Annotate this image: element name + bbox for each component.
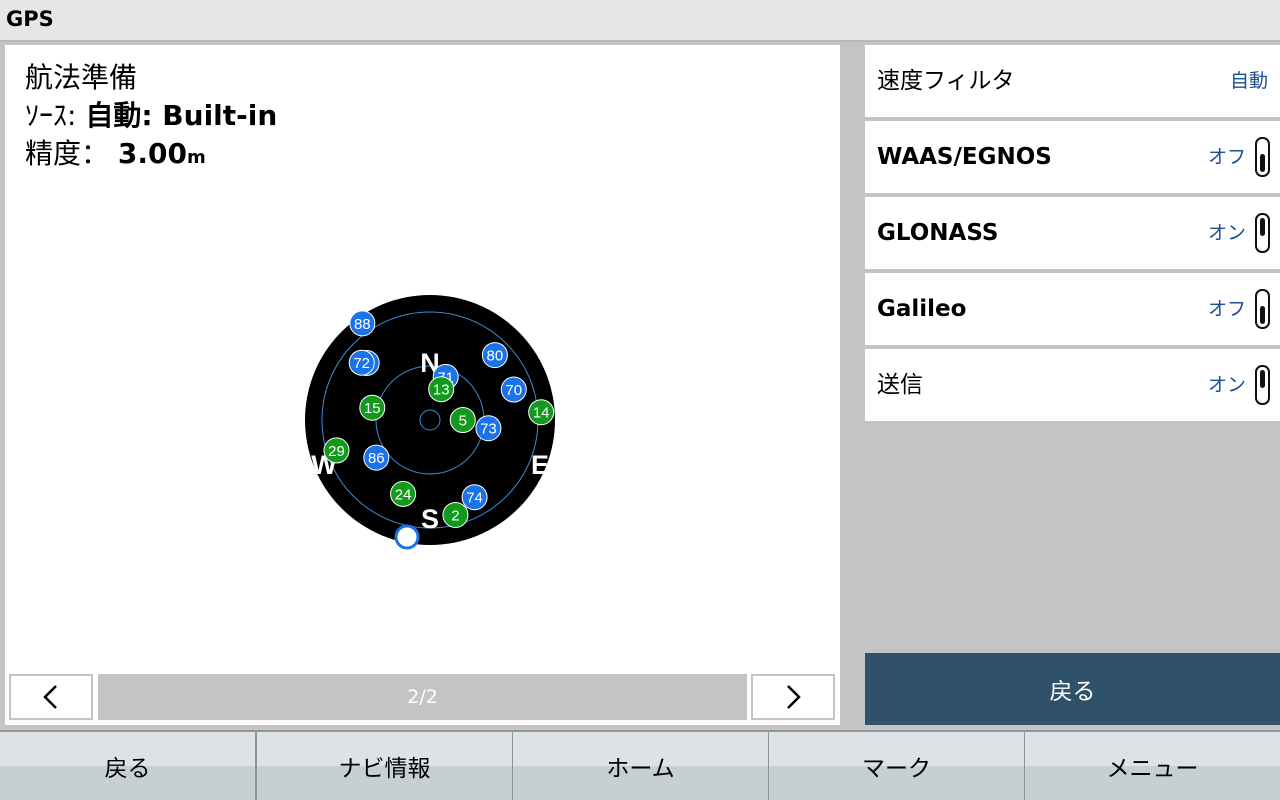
prev-page-button[interactable]: [9, 674, 93, 720]
setting-transmit-label: 送信: [877, 372, 923, 398]
satellite-id-label: 29: [328, 443, 345, 460]
accuracy-value: 3.00: [117, 137, 188, 170]
nav-state: 航法準備: [25, 61, 138, 94]
satellite-15: 15: [359, 394, 386, 421]
tab-menu[interactable]: メニュー: [1025, 732, 1280, 800]
bottom-nav-bar: 戻る ナビ情報 ホーム マーク メニュー: [0, 730, 1280, 800]
satellite-id-label: 86: [368, 450, 385, 467]
setting-transmit[interactable]: 送信 オン: [865, 349, 1280, 421]
satellite-29: 29: [323, 437, 350, 464]
satellite-id-label: 88: [354, 316, 371, 333]
source-line: ｿｰｽ: 自動: Built-in: [25, 97, 277, 135]
page-indicator: 2/2: [98, 674, 747, 720]
chevron-left-icon: [43, 685, 57, 709]
satellite-2: 2: [442, 501, 469, 528]
satellite-id-label: 70: [505, 382, 522, 399]
satellite-id-label: 15: [364, 400, 381, 417]
satellite-sky-plot: N S E W 888087727170738674131551429242: [305, 295, 555, 550]
compass-south: S: [421, 504, 439, 534]
satellite-80: 80: [481, 342, 508, 369]
satellite-id-label: 13: [433, 382, 450, 399]
back-button[interactable]: 戻る: [865, 653, 1280, 725]
toggle-knob: [1260, 370, 1265, 388]
toggle-knob: [1260, 218, 1265, 236]
satellite-88: 88: [349, 310, 376, 337]
accuracy-unit: m: [187, 147, 206, 168]
setting-speed-filter-label: 速度フィルタ: [877, 68, 1015, 94]
accuracy-label: 精度：: [25, 137, 110, 170]
satellite-73: 73: [475, 415, 502, 442]
source-label: ｿｰｽ:: [25, 99, 77, 132]
satellite-14: 14: [528, 399, 555, 426]
app-title: GPS: [6, 7, 54, 31]
toggle-knob: [1260, 306, 1265, 324]
satellite-24: 24: [390, 480, 417, 507]
satellite-5: 5: [449, 407, 476, 433]
setting-waas-egnos-value: オフ: [1207, 146, 1246, 168]
setting-galileo[interactable]: Galileo オフ: [865, 273, 1280, 345]
satellite-id-label: 24: [395, 486, 412, 503]
gps-info: 航法準備 ｿｰｽ: 自動: Built-in 精度： 3.00m: [25, 59, 277, 177]
chevron-right-icon: [787, 685, 801, 709]
setting-glonass-label: GLONASS: [877, 220, 999, 246]
pager: 2/2: [9, 674, 835, 720]
satellite-id-label: 73: [480, 421, 497, 438]
setting-speed-filter[interactable]: 速度フィルタ 自動: [865, 45, 1280, 117]
satellite-13: 13: [428, 376, 455, 403]
tab-navi-info[interactable]: ナビ情報: [257, 732, 512, 800]
setting-speed-filter-value: 自動: [1229, 70, 1268, 92]
satellite-id-label: 14: [533, 405, 550, 422]
setting-glonass-value: オン: [1207, 222, 1246, 244]
satellite-id-label: 80: [487, 348, 504, 365]
galileo-toggle[interactable]: [1255, 289, 1270, 329]
tab-home[interactable]: ホーム: [513, 732, 768, 800]
satellite-id-label: 2: [451, 507, 459, 524]
tab-mark[interactable]: マーク: [769, 732, 1024, 800]
satellite-70: 70: [500, 376, 527, 403]
title-bar: GPS: [0, 0, 1280, 42]
setting-glonass[interactable]: GLONASS オン: [865, 197, 1280, 269]
setting-waas-egnos[interactable]: WAAS/EGNOS オフ: [865, 121, 1280, 193]
setting-transmit-value: オン: [1207, 374, 1246, 396]
satellite-86: 86: [363, 444, 390, 471]
satellite-id-label: 74: [466, 490, 483, 507]
satellite-id-label: 72: [353, 355, 370, 372]
satellite-74: 74: [461, 484, 488, 511]
gps-status-panel: 航法準備 ｿｰｽ: 自動: Built-in 精度： 3.00m N S E W…: [5, 45, 840, 725]
source-value: 自動: Built-in: [85, 99, 278, 132]
next-page-button[interactable]: [751, 674, 835, 720]
satellite-72: 72: [348, 349, 375, 376]
compass-east: E: [531, 450, 549, 480]
accuracy-line: 精度： 3.00m: [25, 135, 277, 177]
satellite-id-label: 5: [459, 413, 467, 430]
transmit-toggle[interactable]: [1255, 365, 1270, 405]
setting-galileo-label: Galileo: [877, 296, 967, 322]
setting-waas-egnos-label: WAAS/EGNOS: [877, 144, 1052, 170]
position-heading-marker: [394, 524, 420, 550]
glonass-toggle[interactable]: [1255, 213, 1270, 253]
waas-egnos-toggle[interactable]: [1255, 137, 1270, 177]
toggle-knob: [1260, 154, 1265, 172]
tab-back[interactable]: 戻る: [0, 732, 255, 800]
setting-galileo-value: オフ: [1207, 298, 1246, 320]
